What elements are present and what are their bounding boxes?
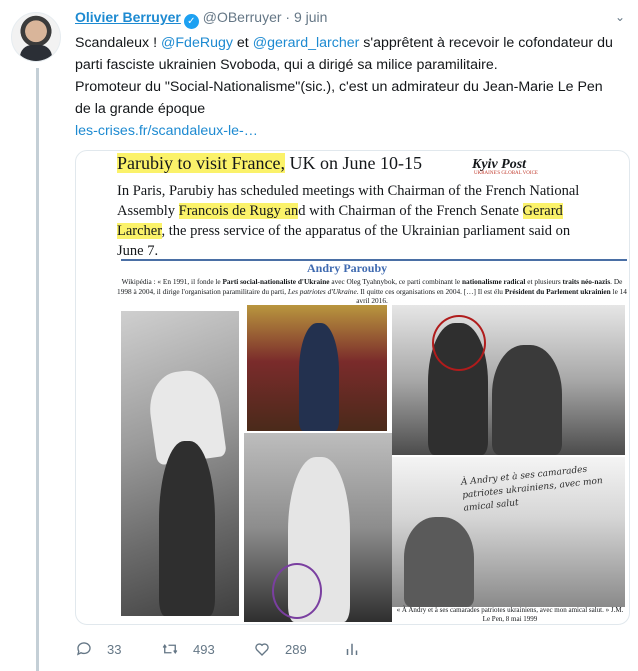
section-title: Andry Parouby — [307, 261, 388, 275]
photo-parliament — [247, 305, 387, 431]
article-highlight: Francois de Rugy an — [178, 203, 299, 219]
article-link[interactable]: les-crises.fr/scandaleux-le-… — [75, 123, 258, 139]
highlight-circle — [432, 315, 486, 371]
retweet-button[interactable]: 493 — [161, 640, 215, 658]
photo-rally — [244, 433, 392, 622]
tweet-text-part: et — [232, 35, 253, 51]
highlight-circle — [272, 563, 322, 619]
photo-flag-march — [121, 311, 239, 616]
article-body: In Paris, Parubiy has scheduled meetings… — [117, 181, 587, 261]
article-text: , the press service of the apparatus of … — [117, 223, 571, 259]
heart-icon — [255, 643, 269, 656]
tweet-text: Scandaleux ! @FdeRugy et @gerard_larcher… — [75, 32, 620, 142]
analytics-icon — [346, 643, 358, 655]
photo-caption: « À Andry et à ses camarades patriotes u… — [396, 606, 624, 623]
reply-count: 33 — [107, 641, 122, 657]
retweet-count: 493 — [193, 641, 215, 657]
analytics-button[interactable] — [343, 640, 361, 658]
author-name[interactable]: Olivier Berruyer — [75, 9, 181, 25]
verified-icon: ✓ — [183, 14, 199, 29]
wiki-bold: Parti social-nationaliste d'Ukraine — [222, 277, 330, 286]
retweet-icon — [162, 644, 178, 654]
wiki-text: Wikipédia : « En 1991, il fonde le — [121, 277, 223, 286]
tweet-text-part: Scandaleux ! — [75, 35, 161, 51]
tweet-date[interactable]: 9 juin — [294, 9, 327, 25]
tweet-header: Olivier Berruyer ✓ @OBerruyer · 9 juin — [75, 9, 327, 29]
wiki-bold: traits néo-nazis — [562, 277, 611, 286]
wiki-text: avec Oleg Tyahnybok, ce parti combinant … — [329, 277, 462, 286]
wiki-text: et plusieurs — [525, 277, 563, 286]
avatar-shirt — [20, 45, 52, 61]
separator-dot: · — [285, 9, 291, 25]
tweet-actions: 33 493 289 — [75, 640, 475, 660]
person-figure — [404, 517, 474, 607]
chevron-down-icon[interactable]: ⌄ — [615, 10, 625, 24]
like-button[interactable]: 289 — [253, 640, 307, 658]
person-figure — [159, 441, 215, 616]
wiki-bold: nationalisme radical — [461, 277, 526, 286]
wiki-text: . Il quitte ces organisations en 2004. [… — [356, 286, 505, 296]
avatar[interactable] — [11, 12, 61, 62]
wikipedia-quote: Wikipédia : « En 1991, il fonde le Parti… — [117, 277, 627, 306]
article-image: Parubiy to visit France, UK on June 10-1… — [117, 151, 627, 624]
article-headline: Parubiy to visit France, UK on June 10-1… — [117, 153, 422, 174]
article-text: d with Chairman of the French Senate — [298, 203, 523, 219]
like-count: 289 — [285, 641, 307, 657]
wiki-bold: Président du Parlement ukrainien — [504, 286, 611, 296]
mention-link[interactable]: @gerard_larcher — [253, 35, 360, 51]
headline-highlight: Parubiy to visit France, — [117, 153, 285, 173]
thread-line — [36, 68, 39, 671]
tweet-media[interactable]: Parubiy to visit France, UK on June 10-1… — [75, 150, 630, 625]
kyiv-post-tagline: UKRAINE'S GLOBAL VOICE — [474, 171, 538, 176]
mention-link[interactable]: @FdeRugy — [161, 35, 233, 51]
wiki-italic: Les patriotes d'Ukraine — [287, 286, 357, 296]
tweet-text-part: Promoteur du "Social-Nationalisme"(sic.)… — [75, 79, 603, 117]
reply-icon — [76, 642, 91, 656]
reply-button[interactable]: 33 — [75, 640, 121, 658]
person-figure — [492, 345, 562, 455]
author-handle[interactable]: @OBerruyer — [203, 9, 282, 25]
person-figure — [299, 323, 339, 431]
headline-rest: UK on June 10-15 — [284, 153, 422, 173]
photo-with-le-pen — [392, 305, 625, 455]
